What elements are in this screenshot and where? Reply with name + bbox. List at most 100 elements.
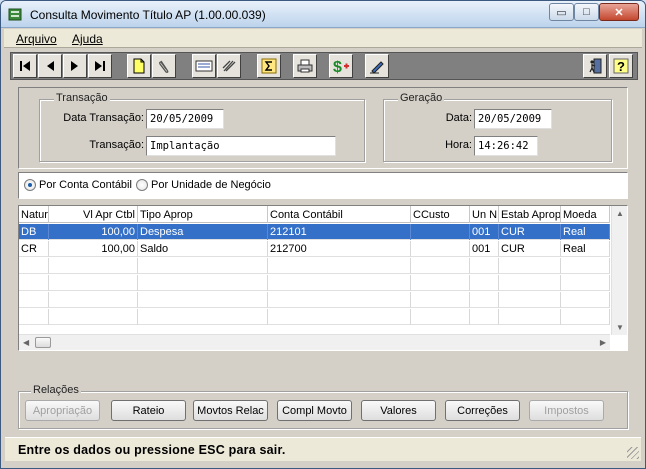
compl-movto-button[interactable]: Compl Movto — [277, 400, 352, 421]
column-header-tipo-aprop[interactable]: Tipo Aprop — [138, 206, 268, 223]
impostos-button[interactable]: Impostos — [529, 400, 604, 421]
status-message: Entre os dados ou pressione ESC para sai… — [18, 443, 286, 457]
table-row-empty[interactable] — [19, 292, 610, 308]
cell-vl-apr-ctbl: 100,00 — [49, 224, 138, 240]
grid-vertical-scrollbar[interactable]: ▲ ▼ — [611, 206, 627, 335]
data-transacao-label: Data Transação: — [63, 112, 144, 124]
data-transacao-field[interactable]: 20/05/2009 — [146, 109, 224, 129]
radio-por-conta-contabil-label: Por Conta Contábil — [39, 179, 132, 191]
relacoes-group-title: Relações — [31, 384, 81, 396]
svg-text:?: ? — [617, 59, 625, 74]
geracao-group-title: Geração — [398, 92, 445, 104]
window-title: Consulta Movimento Título AP (1.00.00.03… — [30, 8, 266, 22]
app-icon — [8, 8, 22, 21]
menu-arquivo[interactable]: Arquivo — [16, 32, 57, 46]
grid-header: Natur Vl Apr Ctbl Tipo Aprop Conta Contá… — [19, 206, 610, 223]
status-bar: Entre os dados ou pressione ESC para sai… — [5, 437, 641, 461]
new-document-icon — [133, 58, 145, 74]
scroll-right-icon[interactable]: ▶ — [600, 338, 606, 347]
document-list-icon — [195, 60, 213, 72]
help-button[interactable]: ? — [609, 54, 633, 78]
column-header-moeda[interactable]: Moeda — [561, 206, 610, 223]
apropriacao-button[interactable]: Apropriação — [25, 400, 100, 421]
transacao-field[interactable]: Implantação — [146, 136, 336, 156]
scroll-up-icon[interactable]: ▲ — [616, 209, 624, 218]
movtos-relac-button[interactable]: Movtos Relac — [193, 400, 268, 421]
table-row[interactable]: DB 100,00 Despesa 212101 001 CUR Real — [19, 224, 610, 240]
clip-button[interactable] — [152, 54, 176, 78]
table-row[interactable]: CR 100,00 Saldo 212700 001 CUR Real — [19, 241, 610, 257]
exit-icon — [589, 58, 602, 74]
cell-vl-apr-ctbl: 100,00 — [49, 241, 138, 257]
pen-edit-icon — [370, 61, 384, 74]
geracao-hora-field[interactable]: 14:26:42 — [474, 136, 538, 156]
maximize-button[interactable]: □ — [574, 3, 599, 21]
column-header-vl-apr-ctbl[interactable]: Vl Apr Ctbl — [49, 206, 138, 223]
geracao-group: Geração Data: 20/05/2009 Hora: 14:26:42 — [383, 92, 612, 162]
transacao-group-title: Transação — [54, 92, 110, 104]
valores-button[interactable]: Valores — [361, 400, 436, 421]
column-header-conta-contabil[interactable]: Conta Contábil — [268, 206, 411, 223]
cell-moeda: Real — [561, 241, 610, 257]
resize-grip-icon[interactable] — [627, 447, 639, 459]
scroll-down-icon[interactable]: ▼ — [616, 323, 624, 332]
new-document-button[interactable] — [127, 54, 151, 78]
first-record-button[interactable] — [13, 54, 37, 78]
movement-grid[interactable]: Natur Vl Apr Ctbl Tipo Aprop Conta Contá… — [18, 205, 628, 351]
menu-bar: Arquivo Ajuda — [4, 29, 642, 48]
column-header-un-n[interactable]: Un N — [470, 206, 499, 223]
radio-por-unidade-negocio[interactable]: Por Unidade de Negócio — [136, 179, 271, 191]
last-record-icon — [95, 61, 105, 71]
cell-ccusto — [411, 224, 470, 240]
view-mode-options: Por Conta Contábil Por Unidade de Negóci… — [18, 172, 628, 199]
previous-record-button[interactable] — [38, 54, 62, 78]
rateio-button[interactable]: Rateio — [111, 400, 186, 421]
cell-estab-aprop: CUR — [499, 241, 561, 257]
toolbar: $ ? — [10, 52, 638, 80]
dollar-add-icon: $ — [333, 59, 349, 75]
column-header-estab-aprop[interactable]: Estab Aprop — [499, 206, 561, 223]
cell-un-n: 001 — [470, 241, 499, 257]
menu-ajuda[interactable]: Ajuda — [72, 32, 103, 46]
close-button[interactable]: ✕ — [599, 3, 639, 21]
cell-moeda: Real — [561, 224, 610, 240]
scroll-left-icon[interactable]: ◀ — [23, 338, 29, 347]
print-button[interactable] — [293, 54, 317, 78]
cell-estab-aprop: CUR — [499, 224, 561, 240]
column-header-natur[interactable]: Natur — [19, 206, 49, 223]
transacao-group: Transação Data Transação: 20/05/2009 Tra… — [39, 92, 365, 162]
radio-por-unidade-negocio-label: Por Unidade de Negócio — [151, 179, 271, 191]
horizontal-scroll-thumb[interactable] — [35, 337, 51, 348]
clip-icon — [159, 60, 169, 73]
hand-tool-button[interactable] — [217, 54, 241, 78]
radio-unselected-icon — [136, 179, 148, 191]
cell-natur: CR — [19, 241, 49, 257]
title-bar[interactable]: Consulta Movimento Título AP (1.00.00.03… — [1, 1, 645, 28]
cell-conta-contabil: 212700 — [268, 241, 411, 257]
app-window: Consulta Movimento Título AP (1.00.00.03… — [0, 0, 646, 469]
column-header-ccusto[interactable]: CCusto — [411, 206, 470, 223]
next-record-button[interactable] — [63, 54, 87, 78]
minimize-button[interactable]: ▭ — [549, 3, 574, 21]
print-icon — [297, 59, 313, 73]
hand-tool-icon — [222, 60, 236, 72]
radio-por-conta-contabil[interactable]: Por Conta Contábil — [24, 179, 132, 191]
table-row-empty[interactable] — [19, 258, 610, 274]
minimize-icon: ▭ — [556, 6, 567, 19]
radio-selected-icon — [24, 179, 36, 191]
transacao-label: Transação: — [89, 139, 144, 151]
correcoes-button[interactable]: Correções — [445, 400, 520, 421]
close-icon: ✕ — [614, 6, 624, 19]
cell-tipo-aprop: Saldo — [138, 241, 268, 257]
exit-button[interactable] — [583, 54, 607, 78]
last-record-button[interactable] — [88, 54, 112, 78]
geracao-hora-label: Hora: — [445, 139, 472, 151]
table-row-empty[interactable] — [19, 275, 610, 291]
pen-edit-button[interactable] — [365, 54, 389, 78]
dollar-add-button[interactable]: $ — [329, 54, 353, 78]
grid-horizontal-scrollbar[interactable]: ◀ ▶ — [19, 334, 610, 350]
table-row-empty[interactable] — [19, 309, 610, 325]
sum-button[interactable] — [257, 54, 281, 78]
document-list-button[interactable] — [192, 54, 216, 78]
geracao-data-field[interactable]: 20/05/2009 — [474, 109, 552, 129]
